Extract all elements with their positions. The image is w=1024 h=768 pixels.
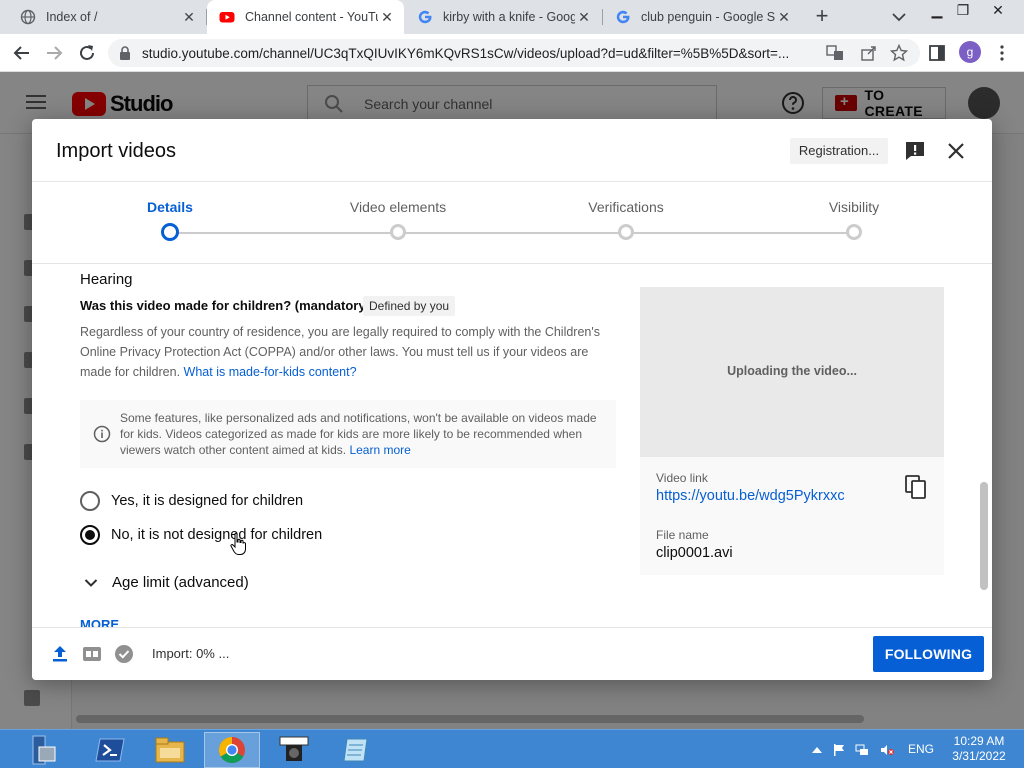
start-button[interactable] — [18, 732, 66, 768]
registration-button[interactable]: Registration... — [790, 138, 888, 164]
tab-index-of[interactable]: Index of / ✕ — [8, 0, 206, 34]
video-link[interactable]: https://youtu.be/wdg5Pykrxxc — [656, 488, 845, 504]
globe-icon — [20, 9, 36, 25]
close-tab-icon[interactable]: ✕ — [378, 9, 396, 26]
taskbar-file-explorer[interactable] — [142, 732, 198, 768]
option-yes-designed-for-children[interactable]: Yes, it is designed for children — [80, 489, 303, 513]
taskbar-hypercam[interactable] — [266, 732, 322, 768]
file-name-label: File name — [656, 528, 709, 542]
video-thumbnail: Uploading the video... — [640, 287, 944, 457]
stepper-track — [170, 232, 854, 234]
google-icon — [418, 10, 432, 24]
step-visibility[interactable]: Visibility — [829, 199, 879, 215]
hypercam-icon — [279, 736, 309, 761]
tab-title: Channel content - YouTube — [245, 10, 378, 24]
step-indicator-verifications[interactable] — [618, 224, 634, 240]
upload-stepper: Details Video elements Verifications Vis… — [32, 182, 992, 264]
close-tab-icon[interactable]: ✕ — [575, 9, 593, 26]
youtube-icon — [219, 12, 235, 23]
reload-icon[interactable] — [76, 42, 98, 64]
powershell-icon — [95, 738, 125, 762]
dialog-title: Import videos — [56, 140, 177, 162]
translate-icon[interactable] — [826, 44, 844, 62]
upload-status-text: Uploading the video... — [727, 364, 857, 378]
feedback-icon[interactable] — [904, 140, 926, 162]
step-indicator-details[interactable] — [161, 223, 179, 241]
step-verifications[interactable]: Verifications — [588, 199, 663, 215]
kebab-menu-icon[interactable] — [993, 44, 1011, 62]
import-status: Import: 0% ... — [152, 646, 230, 661]
option-label: Yes, it is designed for children — [111, 493, 304, 509]
check-circle-icon — [115, 645, 133, 663]
video-preview-card: Uploading the video... Video link https:… — [640, 287, 944, 575]
file-name-value: clip0001.avi — [656, 545, 733, 561]
video-link-label: Video link — [656, 471, 708, 485]
upload-icon — [53, 646, 67, 662]
google-icon — [616, 10, 630, 24]
browser-toolbar: studio.youtube.com/channel/UC3qTxQIUvIKY… — [0, 34, 1024, 72]
lock-icon — [120, 46, 130, 60]
address-bar[interactable]: studio.youtube.com/channel/UC3qTxQIUvIKY… — [108, 39, 920, 67]
clock-date: 3/31/2022 — [952, 749, 1006, 763]
chevron-down-icon — [84, 578, 98, 587]
close-tab-icon[interactable]: ✕ — [180, 9, 198, 26]
share-icon[interactable] — [860, 44, 878, 62]
hand-cursor-icon — [230, 532, 246, 555]
radio-button-yes[interactable] — [80, 491, 100, 511]
bookmark-star-icon[interactable] — [890, 44, 908, 62]
windows-taskbar: ENG 10:29 AM 3/31/2022 — [0, 729, 1024, 768]
browser-tab-strip: Index of / ✕ Channel content - YouTube ✕… — [0, 0, 1024, 34]
new-tab-button[interactable]: + — [810, 5, 834, 29]
notepad-icon — [343, 738, 368, 762]
tray-arrow-icon[interactable] — [810, 743, 824, 757]
vertical-scrollbar[interactable] — [980, 482, 988, 590]
following-button[interactable]: FOLLOWING — [873, 636, 984, 672]
tab-club-penguin-search[interactable]: club penguin - Google Search ✕ — [603, 0, 801, 34]
folder-icon — [155, 737, 185, 763]
system-clock[interactable]: 10:29 AM 3/31/2022 — [948, 734, 1010, 764]
taskbar-notepad[interactable] — [328, 732, 384, 768]
hd-icon — [83, 647, 101, 661]
taskbar-powershell[interactable] — [82, 732, 138, 768]
server-manager-icon — [32, 735, 56, 765]
copy-icon[interactable] — [904, 474, 928, 500]
network-icon[interactable] — [855, 743, 869, 757]
clock-time: 10:29 AM — [953, 734, 1005, 748]
chrome-icon — [218, 736, 245, 764]
dialog-footer: Import: 0% ... FOLLOWING — [32, 627, 992, 680]
tab-title: kirby with a knife - Google — [443, 10, 575, 24]
forward-arrow-icon[interactable] — [43, 42, 65, 64]
step-indicator-visibility[interactable] — [846, 224, 862, 240]
back-arrow-icon[interactable] — [11, 42, 33, 64]
tab-channel-content[interactable]: Channel content - YouTube ✕ — [207, 0, 404, 34]
radio-button-no[interactable] — [80, 525, 100, 545]
profile-avatar[interactable]: g — [959, 41, 981, 63]
tab-title: club penguin - Google Search — [641, 10, 775, 24]
close-icon[interactable] — [945, 140, 967, 162]
option-label: No, it is not designed for children — [111, 527, 323, 543]
more-options-link[interactable]: MORE — [80, 617, 119, 627]
form-body: Yes, it is designed for children No, it … — [32, 264, 992, 627]
age-limit-toggle[interactable]: Age limit (advanced) — [84, 574, 249, 591]
option-not-designed-for-children[interactable]: No, it is not designed for children — [80, 523, 322, 547]
tab-kirby-search[interactable]: kirby with a knife - Google ✕ — [405, 0, 601, 34]
chevron-down-icon[interactable] — [889, 8, 909, 26]
url-text: studio.youtube.com/channel/UC3qTxQIUvIKY… — [142, 46, 790, 61]
step-details[interactable]: Details — [147, 199, 193, 215]
close-tab-icon[interactable]: ✕ — [775, 9, 793, 26]
step-indicator-video-elements[interactable] — [390, 224, 406, 240]
restore-window-button[interactable]: ❐ — [948, 0, 978, 20]
age-limit-label: Age limit (advanced) — [112, 574, 249, 591]
tab-title: Index of / — [46, 10, 98, 24]
volume-muted-icon[interactable] — [880, 743, 894, 757]
action-center-flag-icon[interactable] — [832, 743, 846, 757]
step-video-elements[interactable]: Video elements — [350, 199, 446, 215]
close-window-button[interactable]: ✕ — [978, 0, 1018, 20]
side-panel-icon[interactable] — [928, 44, 946, 62]
taskbar-chrome[interactable] — [204, 732, 260, 768]
input-language[interactable]: ENG — [908, 742, 934, 756]
